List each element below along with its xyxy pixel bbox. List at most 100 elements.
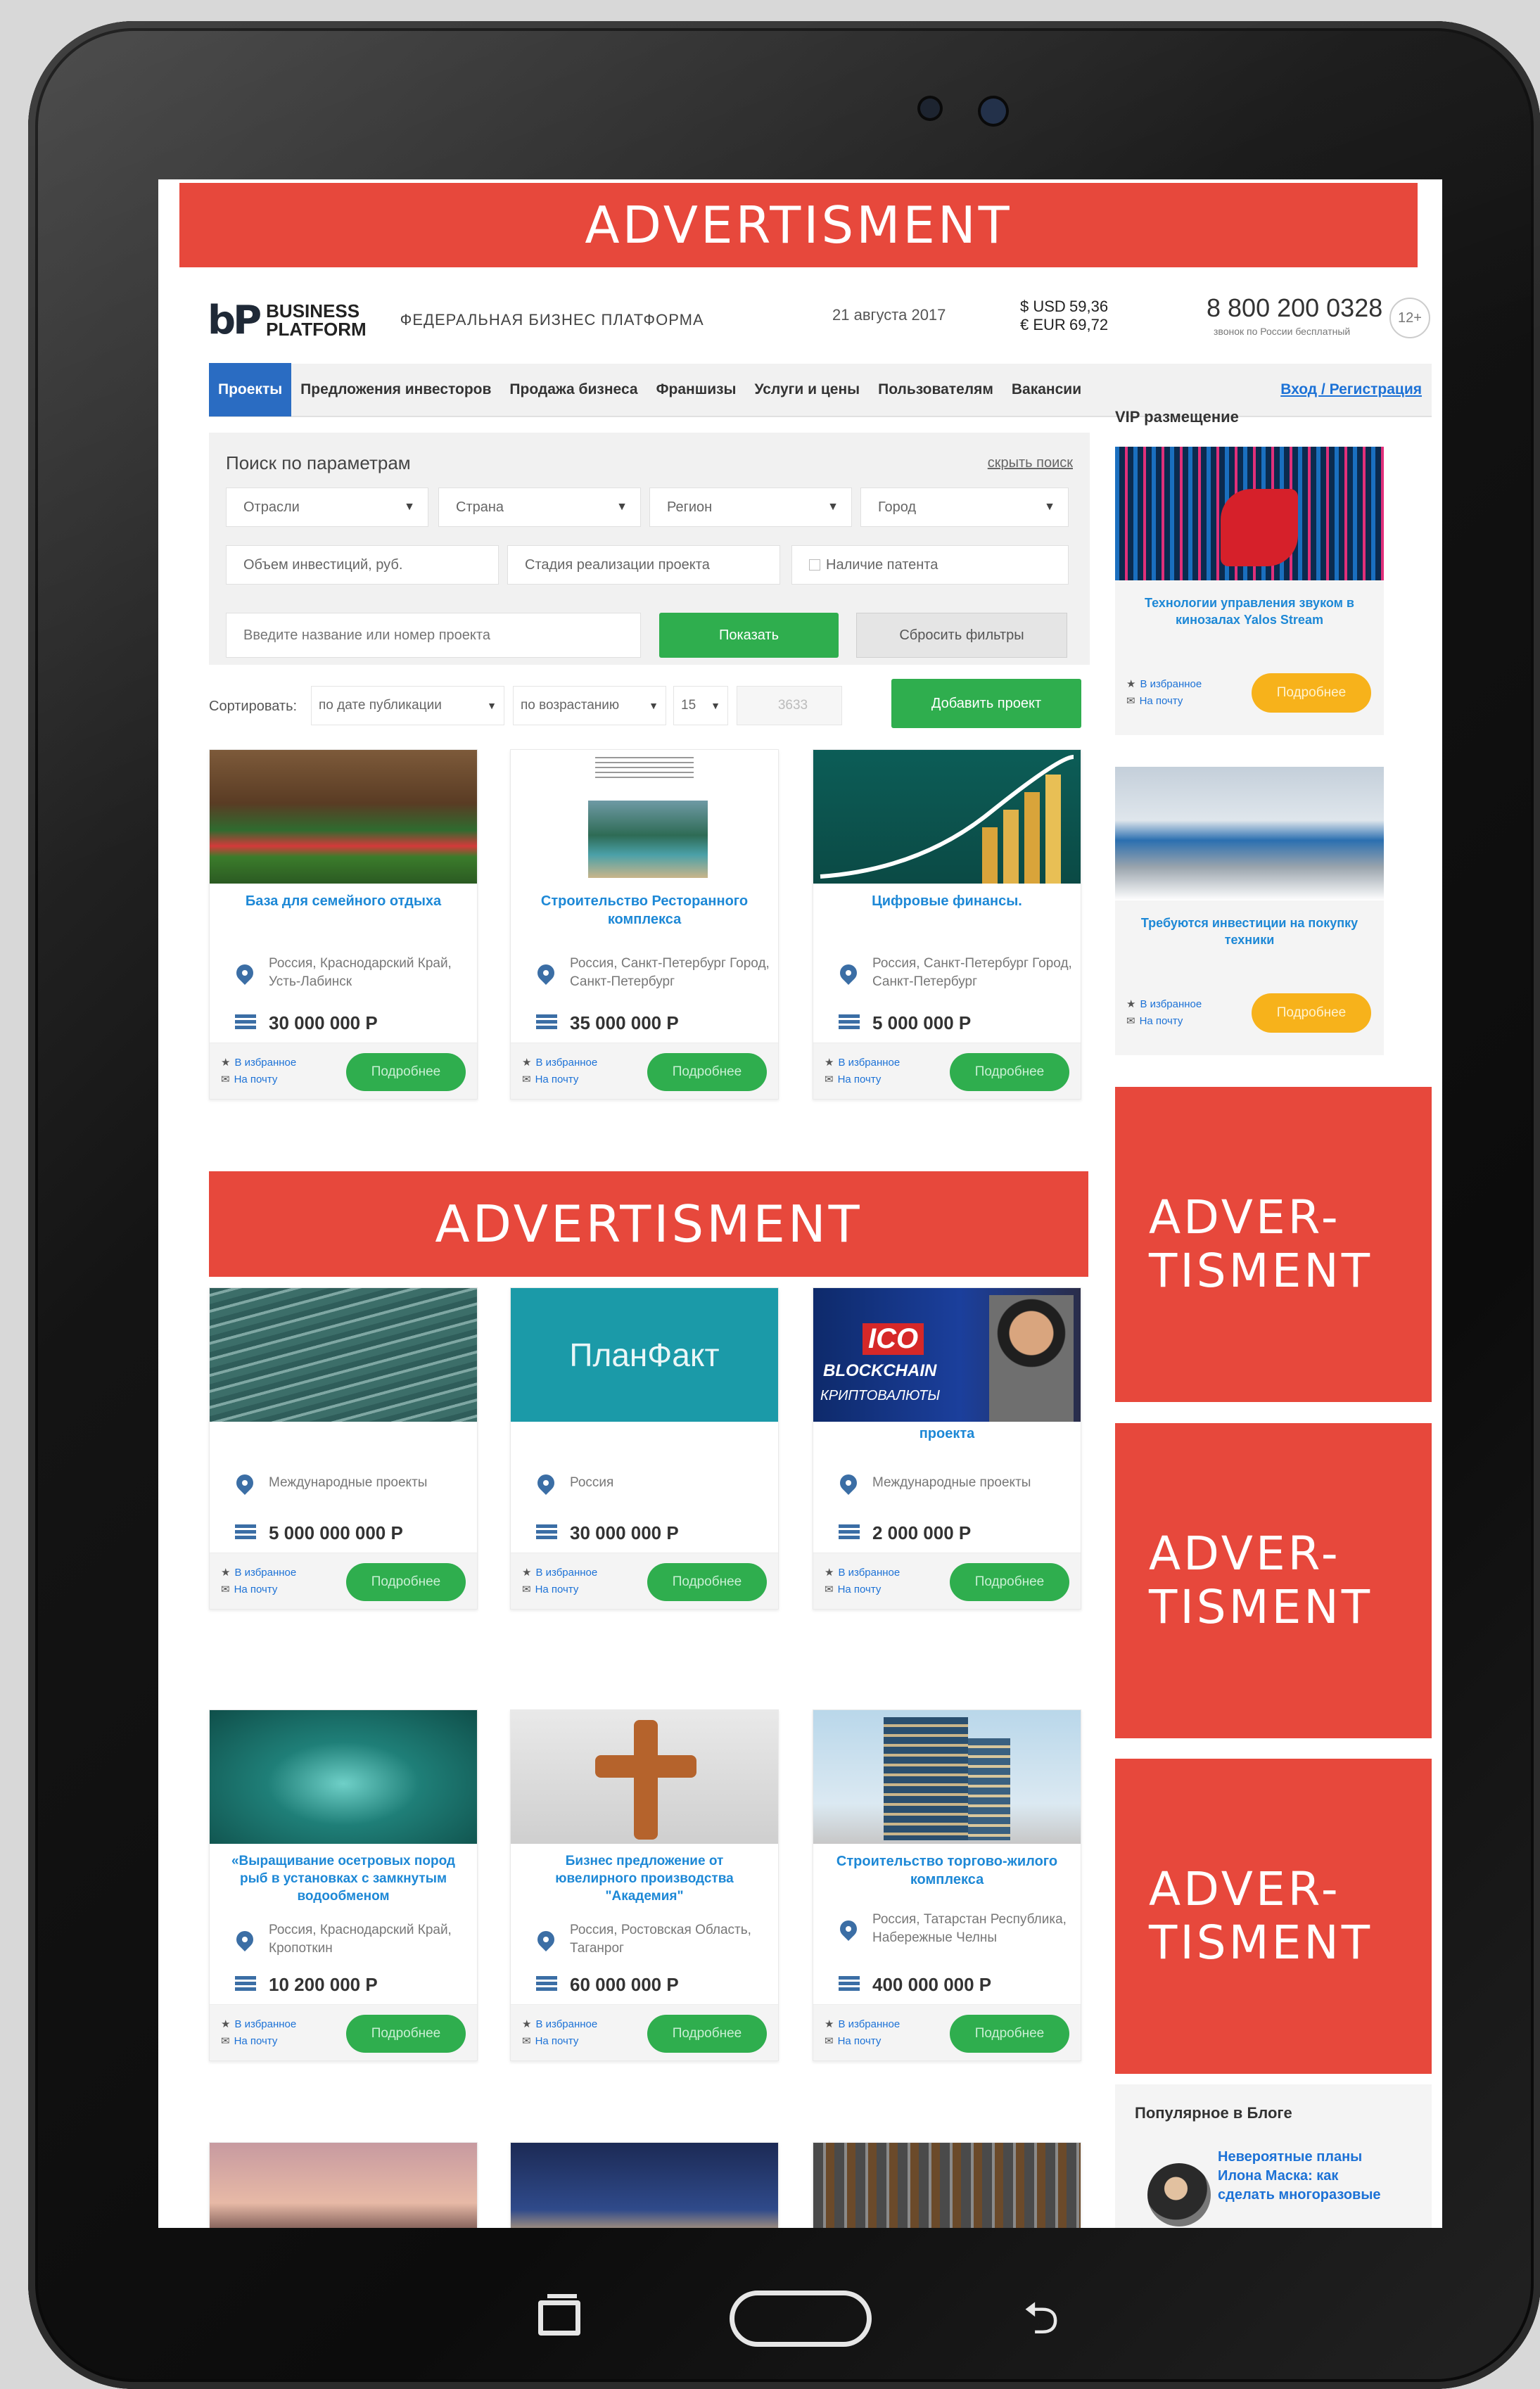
vip-title[interactable]: Технологии управления звуком в кинозалах… — [1115, 580, 1384, 665]
show-button[interactable]: Показать — [659, 613, 839, 658]
project-title[interactable]: Цифровые финансы. — [813, 884, 1081, 943]
send-to-mail-link[interactable]: На почту — [234, 2035, 278, 2047]
project-image — [813, 750, 1081, 884]
send-to-mail-link[interactable]: На почту — [838, 1074, 882, 1085]
nav-business-sale[interactable]: Продажа бизнеса — [500, 363, 647, 416]
blog-post-link[interactable]: Невероятные планы Илона Маска: как сдела… — [1218, 2148, 1387, 2205]
project-card[interactable] — [813, 2142, 1081, 2228]
send-to-mail-link[interactable]: На почту — [838, 2035, 882, 2047]
project-location: Международные проекты — [813, 1453, 1081, 1513]
sort-by-select[interactable]: по дате публикации ▼ — [311, 686, 504, 725]
send-to-mail-link[interactable]: На почту — [1140, 1015, 1183, 1027]
project-card[interactable]: «Выращивание осетровых пород рыб в устан… — [209, 1709, 478, 2061]
send-to-mail-link[interactable]: На почту — [535, 2035, 579, 2047]
details-button[interactable]: Подробнее — [950, 1563, 1069, 1601]
details-button[interactable]: Подробнее — [950, 2015, 1069, 2053]
region-select[interactable]: Регион ▼ — [649, 488, 852, 527]
project-title[interactable]: Бизнес предложение от ювелирного произво… — [511, 1844, 778, 1914]
planfakt-logo-text: ПланФакт — [569, 1337, 720, 1373]
details-button[interactable]: Подробнее — [647, 1563, 767, 1601]
add-to-favorites-link[interactable]: В избранное — [1140, 678, 1202, 690]
add-to-favorites-link[interactable]: В избранное — [838, 1057, 900, 1069]
project-card[interactable]: Международные проекты 5 000 000 000 Р ★ В… — [209, 1287, 478, 1610]
ad-banner-top[interactable]: ADVERTISMENT — [179, 183, 1418, 267]
patent-checkbox[interactable]: Наличие патента — [791, 545, 1069, 585]
nav-investor-offers[interactable]: Предложения инвесторов — [291, 363, 500, 416]
ad-banner-middle[interactable]: ADVERTISMENT — [209, 1171, 1088, 1277]
details-button[interactable]: Подробнее — [647, 1053, 767, 1091]
investment-field[interactable]: Объем инвестиций, руб. — [226, 545, 499, 585]
add-to-favorites-link[interactable]: В избранное — [838, 1567, 900, 1579]
city-select[interactable]: Город ▼ — [860, 488, 1069, 527]
mail-icon: ✉ — [221, 1074, 230, 1085]
vip-title[interactable]: Требуются инвестиции на покупку техники — [1115, 900, 1384, 985]
hide-search-link[interactable]: скрыть поиск — [988, 455, 1073, 471]
per-page-select[interactable]: 15 ▼ — [673, 686, 728, 725]
project-card[interactable]: ПланФакт Россия 30 000 000 Р ★ В избранно… — [510, 1287, 779, 1610]
send-to-mail-link[interactable]: На почту — [535, 1584, 579, 1595]
add-to-favorites-link[interactable]: В избранное — [1140, 998, 1202, 1010]
ad-banner-side-1[interactable]: ADVER- TISMENT — [1115, 1087, 1432, 1402]
project-title[interactable]: Строительство торгово-жилого комплекса — [813, 1844, 1081, 1893]
vip-details-button[interactable]: Подробнее — [1252, 993, 1371, 1033]
send-to-mail-link[interactable]: На почту — [535, 1074, 579, 1085]
details-button[interactable]: Подробнее — [346, 2015, 466, 2053]
project-card[interactable]: Цифровые финансы. Россия, Санкт-Петербур… — [813, 749, 1081, 1100]
reset-filters-button[interactable]: Сбросить фильтры — [856, 613, 1067, 658]
details-button[interactable]: Подробнее — [950, 1053, 1069, 1091]
back-button[interactable]: ⮌ — [1013, 2295, 1069, 2340]
project-card[interactable]: Строительство торгово-жилого комплекса Р… — [813, 1709, 1081, 2061]
vip-card[interactable]: Технологии управления звуком в кинозалах… — [1115, 447, 1384, 735]
add-to-favorites-link[interactable]: В избранное — [535, 1567, 597, 1579]
send-to-mail-link[interactable]: На почту — [234, 1074, 278, 1085]
nav-vacancies[interactable]: Вакансии — [1003, 363, 1090, 416]
phone-number[interactable]: 8 800 200 0328 — [1207, 293, 1382, 323]
nav-franchises[interactable]: Франшизы — [647, 363, 746, 416]
add-to-favorites-link[interactable]: В избранное — [535, 2018, 597, 2030]
add-to-favorites-link[interactable]: В избранное — [838, 2018, 900, 2030]
site-tagline: ФЕДЕРАЛЬНАЯ БИЗНЕС ПЛАТФОРМА — [400, 311, 704, 329]
nav-services-prices[interactable]: Услуги и цены — [745, 363, 869, 416]
sort-order-select[interactable]: по возрастанию ▼ — [513, 686, 666, 725]
vip-card[interactable]: Требуются инвестиции на покупку техники … — [1115, 767, 1384, 1055]
vip-details-button[interactable]: Подробнее — [1252, 673, 1371, 713]
project-title[interactable]: проекта — [813, 1422, 1081, 1453]
project-card[interactable] — [209, 2142, 478, 2228]
project-card[interactable]: Строительство Ресторанного комплекса Рос… — [510, 749, 779, 1100]
recent-apps-button[interactable] — [538, 2294, 580, 2336]
details-button[interactable]: Подробнее — [346, 1563, 466, 1601]
country-select[interactable]: Страна ▼ — [438, 488, 641, 527]
add-to-favorites-link[interactable]: В избранное — [234, 1567, 296, 1579]
stage-field[interactable]: Стадия реализации проекта — [507, 545, 780, 585]
login-register-link[interactable]: Вход / Регистрация — [1280, 381, 1432, 398]
details-button[interactable]: Подробнее — [346, 1053, 466, 1091]
star-icon: ★ — [221, 2018, 231, 2030]
project-title[interactable]: «Выращивание осетровых пород рыб в устан… — [210, 1844, 477, 1914]
add-to-favorites-link[interactable]: В избранное — [535, 1057, 597, 1069]
project-search-input[interactable] — [226, 613, 641, 658]
send-to-mail-link[interactable]: На почту — [838, 1584, 882, 1595]
project-title[interactable] — [210, 1422, 477, 1453]
project-card[interactable]: ICO BLOCKCHAIN КРИПТОВАЛЮТЫ проекта Межд… — [813, 1287, 1081, 1610]
add-to-favorites-link[interactable]: В избранное — [234, 2018, 296, 2030]
project-title[interactable] — [511, 1422, 778, 1453]
project-card[interactable]: База для семейного отдыха Россия, Красно… — [209, 749, 478, 1100]
project-title[interactable]: База для семейного отдыха — [210, 884, 477, 943]
ad-banner-side-3[interactable]: ADVER- TISMENT — [1115, 1759, 1432, 2074]
project-title[interactable]: Строительство Ресторанного комплекса — [511, 884, 778, 943]
industry-select[interactable]: Отрасли ▼ — [226, 488, 428, 527]
ad-banner-side-2[interactable]: ADVER- TISMENT — [1115, 1423, 1432, 1738]
star-icon: ★ — [221, 1057, 231, 1069]
home-button[interactable] — [730, 2291, 872, 2347]
add-project-button[interactable]: Добавить проект — [891, 679, 1081, 728]
location-pin-icon — [233, 961, 257, 985]
send-to-mail-link[interactable]: На почту — [1140, 695, 1183, 707]
send-to-mail-link[interactable]: На почту — [234, 1584, 278, 1595]
add-to-favorites-link[interactable]: В избранное — [234, 1057, 296, 1069]
project-card[interactable] — [510, 2142, 779, 2228]
project-card[interactable]: Бизнес предложение от ювелирного произво… — [510, 1709, 779, 2061]
logo[interactable]: bP BUSINESS PLATFORM — [208, 298, 367, 343]
nav-users[interactable]: Пользователям — [869, 363, 1003, 416]
nav-projects[interactable]: Проекты — [209, 363, 292, 416]
details-button[interactable]: Подробнее — [647, 2015, 767, 2053]
